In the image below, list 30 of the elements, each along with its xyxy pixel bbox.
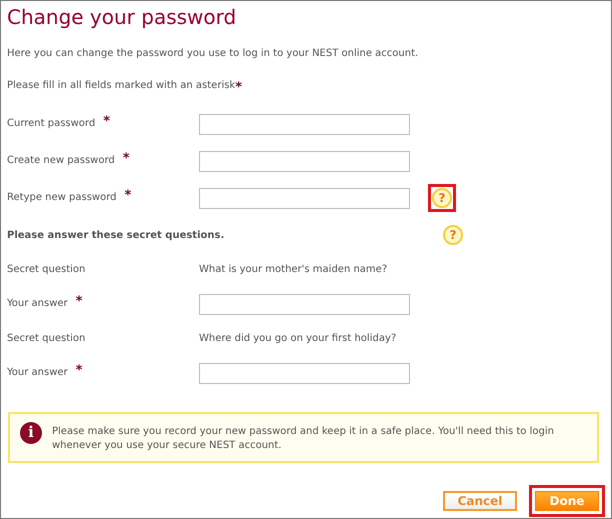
question-text: Where did you go on your first holiday?	[199, 332, 396, 346]
asterisk: *	[235, 79, 242, 97]
asterisk: *	[122, 150, 130, 168]
question-text: What is your mother's maiden name?	[199, 263, 388, 277]
asterisk: *	[124, 187, 132, 206]
section-heading: Please answer these secret questions.	[7, 228, 224, 242]
field-label: Retype new password	[7, 191, 116, 206]
password-field[interactable]	[199, 294, 410, 314]
intro-text: Here you can change the password you use to log in to your NEST online account.	[7, 47, 420, 61]
asterisk: *	[103, 113, 110, 132]
field-label: Secret question	[7, 332, 86, 346]
instruction-text: Please fill in all fields marked with an asterisk	[7, 79, 236, 93]
help-icon[interactable]: ?	[443, 225, 463, 245]
asterisk: *	[76, 362, 82, 380]
password-field[interactable]	[199, 188, 410, 208]
field-label: Your answer	[7, 297, 68, 312]
password-field[interactable]	[199, 114, 410, 134]
field-label: Create new password	[7, 154, 115, 168]
field-label: Your answer	[7, 366, 68, 380]
field-label: Secret question	[7, 263, 86, 277]
password-field[interactable]	[199, 150, 410, 172]
cancel-button[interactable]: Cancel	[443, 490, 517, 510]
info-icon: i	[20, 422, 42, 444]
notice-text: Please make sure you record your new password and keep it in a safe place. You'll need this to login whenever you use your secure NEST account.	[52, 424, 555, 452]
page-title: Change your password	[7, 4, 238, 31]
field-label: Current password	[7, 117, 96, 132]
done-button[interactable]: Done	[535, 490, 599, 510]
help-icon[interactable]: ?	[432, 188, 452, 208]
password-field[interactable]	[199, 362, 410, 384]
asterisk: *	[76, 293, 82, 312]
